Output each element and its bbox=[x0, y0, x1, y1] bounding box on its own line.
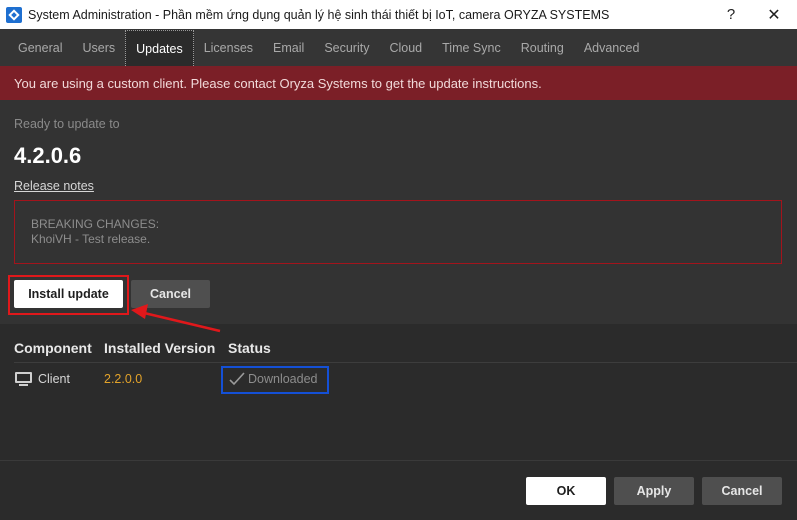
tab-advanced[interactable]: Advanced bbox=[574, 29, 650, 66]
release-notes-box: BREAKING CHANGES: KhoiVH - Test release. bbox=[14, 200, 782, 264]
update-panel: Ready to update to 4.2.0.6 Release notes… bbox=[0, 100, 797, 324]
component-name: Client bbox=[38, 372, 70, 386]
column-header-component: Component bbox=[14, 340, 92, 356]
tab-cloud[interactable]: Cloud bbox=[379, 29, 432, 66]
ready-label: Ready to update to bbox=[14, 117, 120, 131]
release-notes-link[interactable]: Release notes bbox=[14, 179, 94, 193]
tab-time-sync[interactable]: Time Sync bbox=[432, 29, 511, 66]
title-bar: System Administration - Phần mềm ứng dụn… bbox=[0, 0, 797, 29]
cancel-button[interactable]: Cancel bbox=[702, 477, 782, 505]
tab-email[interactable]: Email bbox=[263, 29, 314, 66]
release-notes-line: KhoiVH - Test release. bbox=[31, 232, 151, 246]
column-header-status: Status bbox=[228, 340, 271, 356]
help-button[interactable]: ? bbox=[708, 0, 754, 29]
custom-client-warning-banner: You are using a custom client. Please co… bbox=[0, 66, 797, 100]
install-update-button[interactable]: Install update bbox=[14, 280, 123, 308]
status-value: Downloaded bbox=[248, 372, 318, 386]
ok-button[interactable]: OK bbox=[526, 477, 606, 505]
tab-licenses[interactable]: Licenses bbox=[194, 29, 263, 66]
installed-version-value: 2.2.0.0 bbox=[104, 372, 143, 386]
tab-security[interactable]: Security bbox=[314, 29, 379, 66]
tab-users[interactable]: Users bbox=[72, 29, 125, 66]
table-row: Client 2.2.0.0 bbox=[0, 367, 797, 391]
checkmark-icon bbox=[229, 372, 245, 386]
target-version: 4.2.0.6 bbox=[14, 143, 82, 168]
apply-button[interactable]: Apply bbox=[614, 477, 694, 505]
column-header-installed-version: Installed Version bbox=[104, 340, 216, 356]
banner-text: You are using a custom client. Please co… bbox=[14, 75, 542, 91]
close-button[interactable]: ✕ bbox=[751, 0, 797, 29]
components-table: Component Installed Version Status Clien… bbox=[0, 324, 797, 460]
tab-routing[interactable]: Routing bbox=[511, 29, 574, 66]
tab-bar: General Users Updates Licenses Email Sec… bbox=[0, 29, 797, 66]
dialog-footer: OK Apply Cancel bbox=[0, 460, 797, 520]
header-divider bbox=[14, 362, 797, 363]
app-logo-icon bbox=[6, 6, 22, 23]
tab-general[interactable]: General bbox=[8, 29, 72, 66]
tab-updates[interactable]: Updates bbox=[125, 30, 194, 66]
cancel-update-button[interactable]: Cancel bbox=[131, 280, 210, 308]
release-notes-line: BREAKING CHANGES: bbox=[31, 217, 160, 231]
monitor-icon bbox=[15, 372, 32, 386]
window-title: System Administration - Phần mềm ứng dụn… bbox=[28, 7, 610, 22]
